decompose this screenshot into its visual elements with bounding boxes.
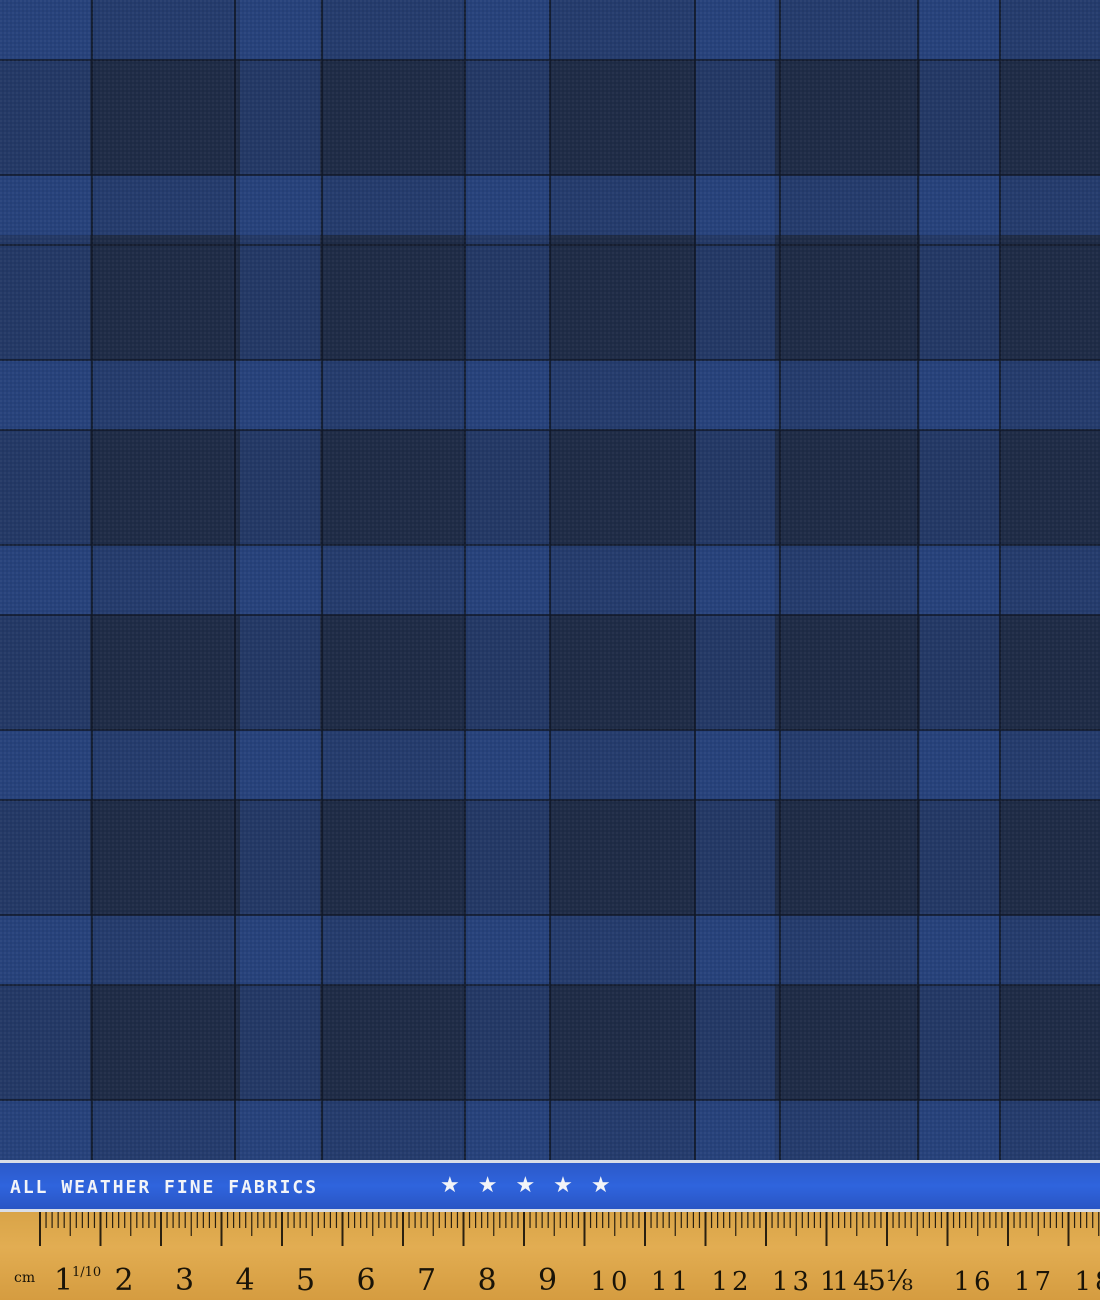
tape-number: 9 bbox=[538, 1263, 557, 1298]
selvedge-label: ALL WEATHER FINE FABRICS bbox=[10, 1177, 319, 1198]
tape-number: 17 bbox=[1014, 1267, 1055, 1297]
selvedge-strip: ALL WEATHER FINE FABRICS ★★★★★ bbox=[0, 1160, 1100, 1212]
star-icons: ★★★★★ bbox=[440, 1173, 629, 1198]
measuring-tape: cm 1/10 5⅛ 1234567891011121314161718191 bbox=[0, 1212, 1100, 1300]
tape-number: 2 bbox=[115, 1263, 134, 1298]
tape-number: 13 bbox=[772, 1267, 813, 1297]
tape-number: 3 bbox=[175, 1263, 194, 1298]
tape-number: 4 bbox=[236, 1263, 255, 1298]
tape-number: 5 bbox=[296, 1263, 315, 1298]
tape-unit: cm bbox=[14, 1270, 35, 1286]
tape-number: 8 bbox=[478, 1263, 497, 1298]
tape-number: 6 bbox=[357, 1263, 376, 1298]
tape-number: 10 bbox=[591, 1267, 632, 1297]
tape-number: 12 bbox=[712, 1267, 753, 1297]
tape-special-mark: 5⅛ bbox=[868, 1264, 913, 1297]
tape-number: 18 bbox=[1075, 1267, 1100, 1297]
tape-number: 1 bbox=[54, 1263, 73, 1298]
tape-number: 7 bbox=[417, 1263, 436, 1298]
tape-number: 11 bbox=[651, 1267, 692, 1297]
tape-number: 16 bbox=[954, 1267, 995, 1297]
tape-number: 1 bbox=[820, 1267, 841, 1297]
tape-fraction-mark: 1/10 bbox=[72, 1265, 101, 1280]
checked-fabric-texture bbox=[0, 0, 1100, 1160]
